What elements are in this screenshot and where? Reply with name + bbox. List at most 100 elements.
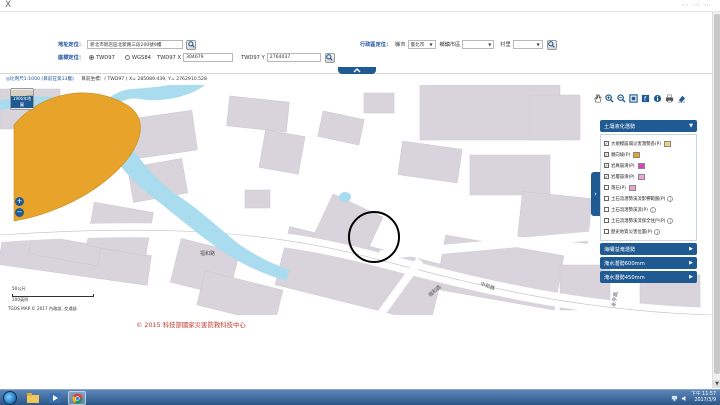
town-select[interactable]: ▼	[462, 40, 495, 49]
layer-panel: 土壤液化潛勢 ▼ ✓ 大規模崩塌災害潛勢區(P) ✓ 順向坡(P) ✓ 岩屑崩滑(P) ✓ 岩…	[600, 120, 697, 285]
network-icon[interactable]	[671, 395, 678, 402]
close-icon[interactable]: X	[5, 0, 11, 10]
chevron-down-icon: ▼	[689, 123, 693, 129]
layer-info-icon[interactable]: i	[667, 217, 674, 224]
volume-icon[interactable]	[681, 395, 688, 402]
page: X ⋯ ⋯ ⋯ 地址定位： 新北市新店區北新路三段200號9樓 座標定位： TW…	[0, 0, 720, 405]
layer-checkbox[interactable]: ✓	[604, 141, 609, 146]
hand-icon[interactable]	[592, 93, 602, 103]
map-copyright: TGOS MAP © 2017 內政部, 交通部	[8, 306, 77, 311]
section-header-liquefaction[interactable]: 土壤液化潛勢 ▼	[600, 120, 697, 132]
layer-color-swatch	[637, 162, 645, 169]
x-label: TWD97 X	[156, 54, 182, 61]
zoom-out-button[interactable]: −	[15, 208, 24, 217]
chevron-right-icon: ›	[594, 190, 597, 198]
page-scrollbar[interactable]: ▼	[712, 12, 720, 388]
hazard-area	[13, 92, 141, 222]
layer-label: 大規模崩塌災害潛勢區(P)	[611, 141, 661, 147]
layer-checkbox[interactable]	[604, 229, 609, 234]
layer-label: 土石流潛勢溪流(P)	[611, 207, 648, 213]
collapse-search-button[interactable]	[338, 67, 376, 74]
layer-color-swatch	[633, 151, 641, 158]
layer-label: 落石(P)	[611, 185, 626, 191]
fullscreen-icon[interactable]	[628, 93, 638, 103]
layer-item[interactable]: ✓ 岩屑崩滑(P)	[604, 160, 693, 171]
scrollbar-thumb[interactable]	[714, 14, 720, 374]
clock-date: 2017/3/9	[694, 398, 716, 403]
site-credit: © 2015 科技部國家災害防救科技中心	[136, 321, 246, 329]
section-header-flood-450[interactable]: 淹水潛勢450mm ▶	[600, 271, 697, 283]
layer-item[interactable]: 歷史地質災害位置(P) i	[604, 226, 693, 237]
taskbar-explorer[interactable]	[24, 391, 42, 405]
layer-item[interactable]: 土石流潛勢溪流(P) i	[604, 204, 693, 215]
layer-item[interactable]: 土石流潛勢溪流保全住戶(P) i	[604, 215, 693, 226]
taskbar-media[interactable]	[46, 391, 64, 405]
map-toolbar: f	[592, 93, 686, 103]
layers-icon[interactable]: f	[640, 93, 650, 103]
layer-checkbox[interactable]	[604, 207, 609, 212]
chrome-icon	[71, 392, 83, 404]
address-search-button[interactable]	[186, 39, 196, 50]
zoom-in-icon[interactable]	[604, 93, 614, 103]
thumbnail-map-button[interactable]: 1906年地圖	[10, 88, 34, 110]
eraser-icon[interactable]	[676, 93, 686, 103]
layer-label: 順向坡(P)	[611, 152, 631, 158]
address-row: 地址定位： 新北市新店區北新路三段200號9樓	[2, 38, 196, 51]
admin-label: 行政區定位：	[360, 42, 392, 48]
radio-twd97[interactable]: TWD97	[89, 55, 115, 61]
radio-twd97-label: TWD97	[96, 54, 115, 61]
address-input[interactable]: 新北市新店區北新路三段200號9樓	[87, 40, 183, 49]
layer-label: 土石流潛勢溪流影響範圍(P)	[611, 196, 666, 202]
county-select[interactable]: 臺北市 ▼	[407, 40, 436, 49]
admin-search-button[interactable]	[546, 39, 557, 50]
layer-checkbox[interactable]	[604, 196, 609, 201]
village-select[interactable]: ▼	[512, 40, 543, 49]
chevron-right-icon: ▶	[689, 274, 693, 280]
zoom-out-icon[interactable]	[616, 93, 626, 103]
section1-title: 土壤液化潛勢	[604, 123, 636, 130]
search-icon	[548, 41, 555, 48]
layer-checkbox[interactable]	[604, 185, 609, 190]
scale-text: ◎比例尺1:1000 (目前在第13層)	[6, 77, 74, 82]
layer-checkbox[interactable]	[604, 218, 609, 223]
section-header-tsunami[interactable]: 海嘯溢淹潛勢 ▶	[600, 243, 697, 255]
layer-info-icon[interactable]: i	[654, 228, 661, 235]
start-button[interactable]	[3, 391, 17, 405]
system-tray: 下午 11:57 2017/3/9	[671, 391, 716, 405]
layer-info-icon[interactable]: i	[667, 195, 674, 202]
layer-list: ✓ 大規模崩塌災害潛勢區(P) ✓ 順向坡(P) ✓ 岩屑崩滑(P) ✓ 岩層崩滑(P) 落石(…	[600, 134, 697, 241]
folder-icon	[27, 393, 39, 403]
road-label-1: 福和路	[200, 250, 215, 257]
layer-item[interactable]: 土石流潛勢溪流影響範圍(P) i	[604, 193, 693, 204]
admin-row: 行政區定位： 縣市 臺北市 ▼ 鄉鎮市區 ▼ 村里 ▼	[360, 38, 557, 51]
layer-item[interactable]: ✓ 岩層崩滑(P)	[604, 171, 693, 182]
layer-item[interactable]: ✓ 順向坡(P)	[604, 149, 693, 160]
y-label: TWD97 Y	[241, 54, 265, 61]
taskbar-chrome[interactable]	[68, 391, 86, 405]
section-header-flood-600[interactable]: 淹水潛勢600mm ▶	[600, 257, 697, 269]
scalebar-top-label: 50公尺	[12, 286, 26, 291]
scalebar-line	[12, 294, 94, 297]
y-input[interactable]: 2764037	[266, 53, 321, 62]
scale-bar: 50公尺 200英呎	[12, 286, 102, 302]
zoom-in-button[interactable]: +	[15, 197, 24, 206]
panel-toggle-button[interactable]: ›	[591, 172, 600, 216]
layer-checkbox[interactable]: ✓	[604, 174, 609, 179]
layer-item[interactable]: ✓ 大規模崩塌災害潛勢區(P)	[604, 138, 693, 149]
section2-title: 海嘯溢淹潛勢	[604, 246, 636, 253]
coord-search-button[interactable]	[324, 52, 335, 63]
layer-checkbox[interactable]: ✓	[604, 152, 609, 157]
print-icon[interactable]	[664, 93, 674, 103]
window-controls[interactable]: ⋯ ⋯ ⋯	[682, 1, 712, 9]
layer-item[interactable]: 落石(P)	[604, 182, 693, 193]
scroll-down-icon[interactable]: ▼	[713, 380, 720, 388]
info-icon[interactable]	[652, 93, 662, 103]
radio-wgs84[interactable]: WGS84	[124, 55, 151, 61]
town-label: 鄉鎮市區	[439, 42, 461, 48]
layer-label: 岩層崩滑(P)	[611, 174, 635, 180]
clock[interactable]: 下午 11:57 2017/3/9	[691, 392, 716, 404]
x-input[interactable]: 304679	[183, 53, 234, 62]
layer-checkbox[interactable]: ✓	[604, 163, 609, 168]
layer-info-icon[interactable]: i	[649, 206, 656, 213]
address-label: 地址定位：	[58, 42, 84, 48]
